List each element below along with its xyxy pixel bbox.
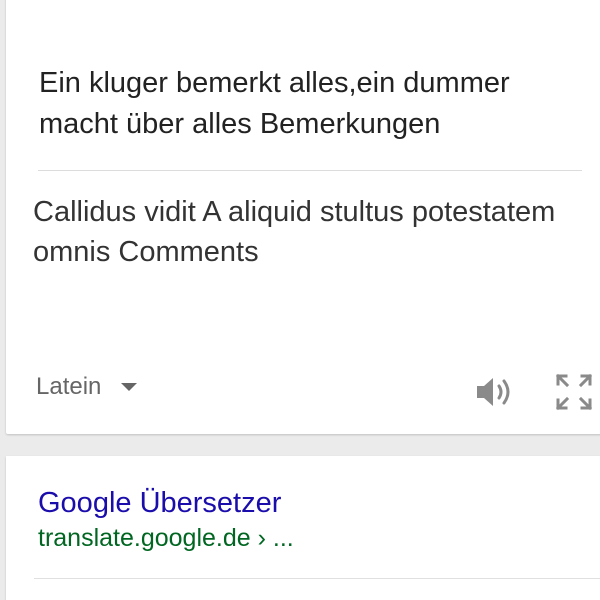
translated-text: Callidus vidit A aliquid stultus potesta… [33, 196, 556, 268]
speaker-icon[interactable] [474, 374, 516, 410]
divider [34, 578, 600, 579]
page: Ein kluger bemerkt alles,ein dummer mach… [0, 0, 600, 600]
fullscreen-icon[interactable] [554, 372, 594, 412]
source-text[interactable]: Ein kluger bemerkt alles,ein dummer mach… [39, 63, 579, 145]
target-language-dropdown[interactable]: Latein [36, 372, 138, 402]
target-language-label: Latein [36, 373, 102, 400]
caret-down-icon [121, 383, 138, 391]
translation-card: Ein kluger bemerkt alles,ein dummer mach… [6, 0, 600, 434]
result-url: translate.google.de › ... [38, 524, 294, 552]
search-result-card: Google Übersetzer translate.google.de › … [6, 456, 600, 600]
divider [38, 170, 582, 171]
result-title-link[interactable]: Google Übersetzer [38, 485, 281, 521]
